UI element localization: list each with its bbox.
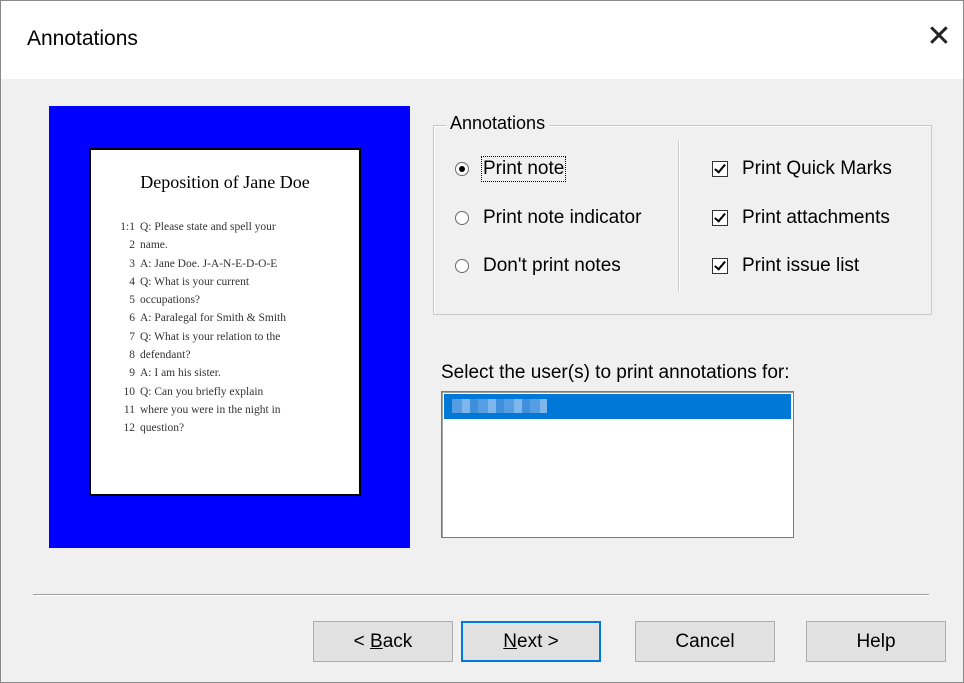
preview-line: 3 A: Jane Doe. J-A-N-E-D-O-E [129,257,278,270]
radio-print-note-indicator[interactable]: Print note indicator [455,207,641,229]
radio-label: Print note indicator [483,207,642,228]
preview-line: 2 name. [129,239,168,252]
preview-line: 5 occupations? [129,294,201,307]
group-divider [678,141,679,291]
preview-line: 4 Q: What is your current [129,275,250,288]
help-button[interactable]: Help [806,621,946,662]
radio-label: Don't print notes [483,255,621,276]
users-list-label: Select the user(s) to print annotations … [441,362,790,383]
checkbox[interactable] [712,210,728,226]
redacted-user-name [452,399,547,413]
close-icon[interactable]: ✕ [917,15,961,59]
users-listbox[interactable] [441,391,794,538]
preview-page-title: Deposition of Jane Doe [140,172,310,192]
title-bar: Annotations ✕ [1,1,963,79]
preview-page: Deposition of Jane Doe 1:1 Q: Please stat… [89,148,361,496]
radio-button[interactable] [455,259,469,273]
checkbox-print-quick-marks[interactable]: Print Quick Marks [712,158,892,180]
radio-print-note[interactable]: Print note [455,156,567,182]
preview-line: 12 question? [123,422,185,435]
checkbox-label: Print Quick Marks [742,158,892,179]
radio-label: Print note [480,156,567,182]
preview-line: 8 defendant? [129,349,191,362]
checkbox-label: Print issue list [742,255,860,276]
print-preview: Deposition of Jane Doe 1:1 Q: Please stat… [49,106,410,548]
list-item[interactable] [444,394,791,419]
checkbox-label: Print attachments [742,207,890,228]
checkbox[interactable] [712,161,728,177]
next-button[interactable]: Next > [461,621,601,662]
preview-text: 1:1 Q: Please state and spell your 2 name.… [107,218,351,438]
back-button[interactable]: < Back [313,621,453,662]
checkbox[interactable] [712,258,728,274]
preview-line: 11 where you were in the night in [123,403,281,416]
radio-button[interactable] [455,211,469,225]
cancel-button[interactable]: Cancel [635,621,775,662]
preview-line: 1:1 Q: Please state and spell your [120,221,276,233]
separator [33,594,929,595]
checkbox-print-attachments[interactable]: Print attachments [712,207,890,229]
preview-line: 10 Q: Can you briefly explain [123,385,264,398]
radio-dont-print-notes[interactable]: Don't print notes [455,255,621,277]
dialog-title: Annotations [27,27,138,50]
preview-line: 7 Q: What is your relation to the [129,330,281,343]
radio-button[interactable] [455,162,469,176]
checkbox-print-issue-list[interactable]: Print issue list [712,255,859,277]
annotations-group-legend: Annotations [446,113,550,134]
preview-line: 6 A: Paralegal for Smith & Smith [129,312,286,325]
preview-line: 9 A: I am his sister. [129,367,221,380]
